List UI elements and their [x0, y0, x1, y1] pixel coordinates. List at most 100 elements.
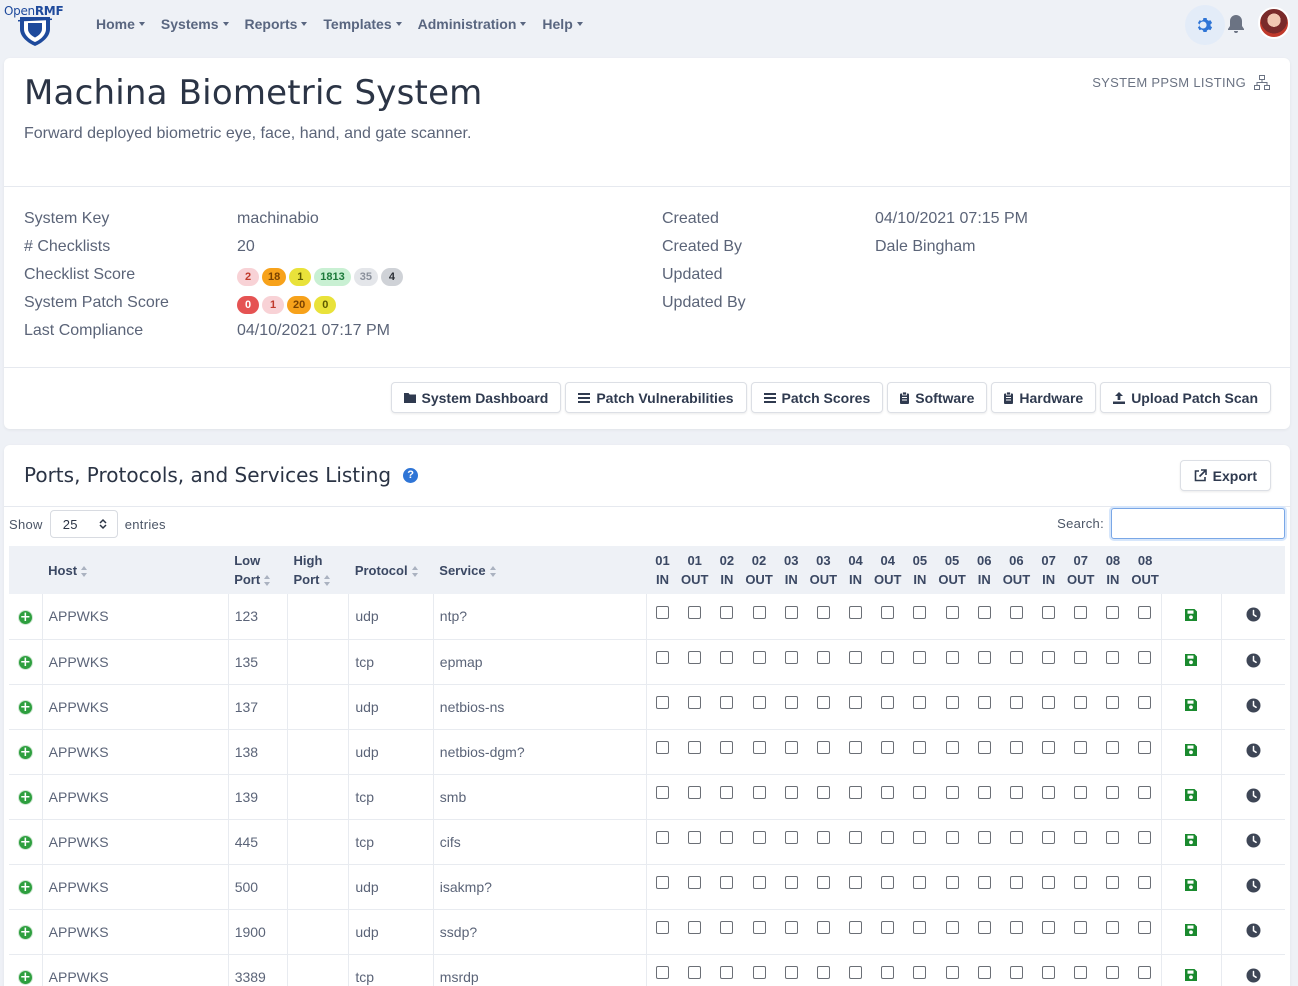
boundary-02-in-checkbox[interactable]	[720, 741, 734, 755]
boundary-04-in-checkbox[interactable]	[849, 921, 863, 935]
boundary-08-in-checkbox[interactable]	[1106, 966, 1120, 980]
boundary-03-in-checkbox[interactable]	[784, 651, 798, 665]
history-clock-icon[interactable]	[1246, 607, 1261, 622]
boundary-02-out-checkbox[interactable]	[752, 786, 766, 800]
host-column-header[interactable]: Host	[42, 546, 229, 594]
boundary-06-out-checkbox[interactable]	[1009, 651, 1023, 665]
save-icon[interactable]	[1184, 833, 1198, 847]
boundary-05-in-checkbox[interactable]	[913, 696, 927, 710]
high-port-column-header[interactable]: High Port	[287, 546, 349, 594]
boundary-06-in-checkbox[interactable]	[977, 966, 991, 980]
entries-select[interactable]: 25	[49, 510, 118, 538]
nav-item-systems[interactable]: Systems	[161, 16, 229, 32]
boundary-08-out-checkbox[interactable]	[1138, 696, 1152, 710]
boundary-02-out-checkbox[interactable]	[752, 606, 766, 620]
boundary-03-in-checkbox[interactable]	[784, 876, 798, 890]
boundary-05-in-checkbox[interactable]	[913, 606, 927, 620]
boundary-02-out-checkbox[interactable]	[752, 921, 766, 935]
boundary-08-in-checkbox[interactable]	[1106, 741, 1120, 755]
history-clock-icon[interactable]	[1246, 788, 1261, 803]
boundary-04-in-checkbox[interactable]	[849, 786, 863, 800]
boundary-02-in-checkbox[interactable]	[720, 786, 734, 800]
boundary-03-out-checkbox[interactable]	[816, 876, 830, 890]
boundary-06-in-checkbox[interactable]	[977, 876, 991, 890]
boundary-05-in-checkbox[interactable]	[913, 786, 927, 800]
boundary-06-in-checkbox[interactable]	[977, 696, 991, 710]
boundary-06-out-checkbox[interactable]	[1009, 876, 1023, 890]
boundary-04-in-checkbox[interactable]	[849, 876, 863, 890]
patch-scores-button[interactable]: Patch Scores	[750, 382, 884, 413]
hardware-button[interactable]: Hardware	[991, 382, 1097, 413]
save-icon[interactable]	[1184, 788, 1198, 802]
low-port-column-header[interactable]: Low Port	[228, 546, 288, 594]
boundary-01-out-checkbox[interactable]	[688, 921, 702, 935]
boundary-06-out-checkbox[interactable]	[1009, 966, 1023, 980]
boundary-01-out-checkbox[interactable]	[688, 876, 702, 890]
boundary-04-out-checkbox[interactable]	[881, 606, 895, 620]
boundary-05-out-checkbox[interactable]	[945, 921, 959, 935]
boundary-07-in-checkbox[interactable]	[1042, 651, 1056, 665]
expand-plus-icon[interactable]: +	[17, 790, 33, 805]
boundary-02-out-checkbox[interactable]	[752, 966, 766, 980]
boundary-04-out-checkbox[interactable]	[881, 696, 895, 710]
boundary-08-out-checkbox[interactable]	[1138, 876, 1152, 890]
boundary-05-out-checkbox[interactable]	[945, 966, 959, 980]
boundary-02-in-checkbox[interactable]	[720, 831, 734, 845]
expand-plus-icon[interactable]: +	[17, 835, 33, 850]
boundary-07-out-checkbox[interactable]	[1074, 786, 1088, 800]
boundary-02-in-checkbox[interactable]	[720, 651, 734, 665]
boundary-01-out-checkbox[interactable]	[688, 966, 702, 980]
expand-plus-icon[interactable]: +	[17, 700, 33, 715]
boundary-03-in-checkbox[interactable]	[784, 741, 798, 755]
boundary-04-out-checkbox[interactable]	[881, 831, 895, 845]
boundary-04-in-checkbox[interactable]	[849, 606, 863, 620]
boundary-03-out-checkbox[interactable]	[816, 921, 830, 935]
boundary-03-out-checkbox[interactable]	[816, 696, 830, 710]
settings-gear-icon[interactable]	[1185, 5, 1225, 45]
boundary-05-in-checkbox[interactable]	[913, 741, 927, 755]
expand-plus-icon[interactable]: +	[17, 745, 33, 760]
patch-vulnerabilities-button[interactable]: Patch Vulnerabilities	[565, 382, 747, 413]
boundary-04-in-checkbox[interactable]	[849, 696, 863, 710]
boundary-05-out-checkbox[interactable]	[945, 786, 959, 800]
boundary-01-out-checkbox[interactable]	[688, 651, 702, 665]
boundary-05-out-checkbox[interactable]	[945, 831, 959, 845]
boundary-08-in-checkbox[interactable]	[1106, 606, 1120, 620]
boundary-03-in-checkbox[interactable]	[784, 606, 798, 620]
history-clock-icon[interactable]	[1246, 923, 1261, 938]
boundary-08-out-checkbox[interactable]	[1138, 651, 1152, 665]
boundary-01-in-checkbox[interactable]	[656, 606, 670, 620]
boundary-08-in-checkbox[interactable]	[1106, 876, 1120, 890]
boundary-03-in-checkbox[interactable]	[784, 786, 798, 800]
boundary-08-in-checkbox[interactable]	[1106, 696, 1120, 710]
boundary-07-in-checkbox[interactable]	[1042, 606, 1056, 620]
nav-item-administration[interactable]: Administration	[418, 16, 527, 32]
boundary-04-out-checkbox[interactable]	[881, 651, 895, 665]
boundary-08-out-checkbox[interactable]	[1138, 921, 1152, 935]
history-clock-icon[interactable]	[1246, 833, 1261, 848]
boundary-06-out-checkbox[interactable]	[1009, 606, 1023, 620]
boundary-08-out-checkbox[interactable]	[1138, 786, 1152, 800]
export-button[interactable]: Export	[1179, 460, 1271, 491]
history-clock-icon[interactable]	[1246, 878, 1261, 893]
boundary-05-in-checkbox[interactable]	[913, 921, 927, 935]
boundary-08-in-checkbox[interactable]	[1106, 651, 1120, 665]
boundary-02-out-checkbox[interactable]	[752, 876, 766, 890]
save-icon[interactable]	[1184, 608, 1198, 622]
protocol-column-header[interactable]: Protocol	[348, 546, 434, 594]
boundary-05-in-checkbox[interactable]	[913, 966, 927, 980]
expand-plus-icon[interactable]: +	[17, 609, 33, 625]
boundary-01-in-checkbox[interactable]	[656, 876, 670, 890]
boundary-03-out-checkbox[interactable]	[816, 966, 830, 980]
boundary-04-out-checkbox[interactable]	[881, 741, 895, 755]
boundary-06-in-checkbox[interactable]	[977, 921, 991, 935]
boundary-05-out-checkbox[interactable]	[945, 651, 959, 665]
boundary-01-out-checkbox[interactable]	[688, 741, 702, 755]
boundary-02-out-checkbox[interactable]	[752, 696, 766, 710]
boundary-07-in-checkbox[interactable]	[1042, 966, 1056, 980]
boundary-07-in-checkbox[interactable]	[1042, 696, 1056, 710]
expand-plus-icon[interactable]: +	[17, 925, 33, 940]
save-icon[interactable]	[1184, 923, 1198, 937]
nav-item-reports[interactable]: Reports	[245, 16, 308, 32]
user-avatar[interactable]	[1258, 7, 1290, 39]
